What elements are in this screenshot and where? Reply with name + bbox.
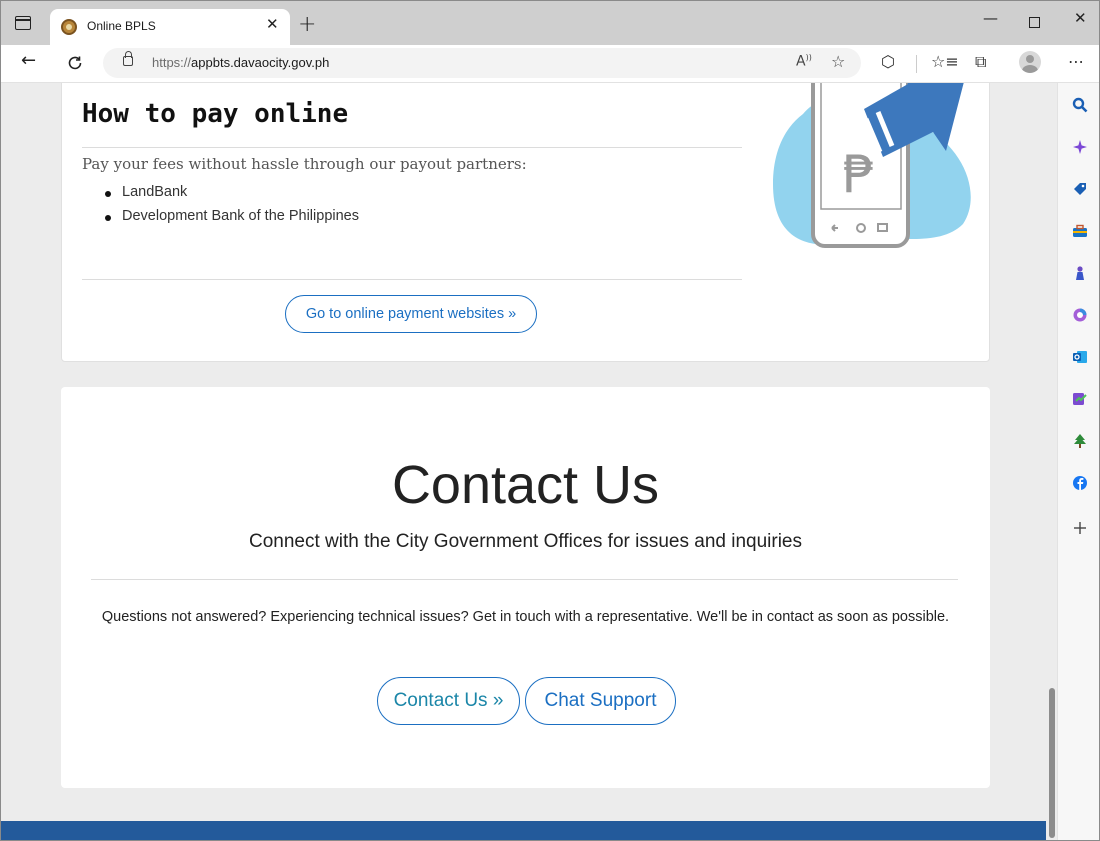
peso-symbol: ₱ bbox=[842, 145, 875, 205]
seal-favicon-icon bbox=[61, 19, 77, 35]
add-icon[interactable] bbox=[1072, 520, 1088, 536]
partner-item: Development Bank of the Philippines bbox=[105, 208, 359, 232]
page-scrollbar[interactable] bbox=[1046, 83, 1057, 840]
favorites-icon[interactable]: ☆≡ bbox=[931, 54, 959, 70]
extensions-icon[interactable]: ⬡ bbox=[881, 54, 895, 70]
settings-more-icon[interactable]: ⋯ bbox=[1068, 54, 1084, 70]
title-bar: Online BPLS ✕ + — ✕ bbox=[1, 1, 1099, 45]
shopping-tag-icon[interactable] bbox=[1072, 181, 1088, 197]
refresh-icon[interactable] bbox=[66, 54, 84, 72]
contact-title: Contact Us bbox=[391, 455, 660, 515]
phone-payment-illustration: ₱ bbox=[773, 83, 971, 248]
drop-icon[interactable] bbox=[1072, 391, 1088, 407]
tab-actions-icon[interactable] bbox=[15, 16, 31, 30]
tab-online-bpls[interactable]: Online BPLS ✕ bbox=[50, 9, 290, 45]
contact-card: Contact Us Connect with the City Governm… bbox=[61, 387, 990, 788]
toolbar-divider bbox=[916, 55, 917, 73]
scrollbar-thumb[interactable] bbox=[1049, 688, 1055, 838]
tools-briefcase-icon[interactable] bbox=[1072, 223, 1088, 239]
tree-icon[interactable] bbox=[1072, 433, 1088, 449]
minimize-icon[interactable]: — bbox=[983, 11, 998, 26]
contact-subtitle: Connect with the City Government Offices… bbox=[248, 531, 802, 552]
partner-list: LandBank Development Bank of the Philipp… bbox=[105, 184, 359, 232]
lock-icon[interactable] bbox=[123, 51, 133, 66]
read-aloud-icon[interactable]: A)) bbox=[796, 54, 812, 69]
payment-title: How to pay online bbox=[82, 99, 349, 129]
address-bar[interactable]: https://appbts.davaocity.gov.ph A)) ☆ bbox=[103, 48, 861, 78]
payment-card: How to pay online Pay your fees without … bbox=[61, 83, 990, 362]
payment-lead: Pay your fees without hassle through our… bbox=[82, 155, 527, 173]
chat-support-button[interactable]: Chat Support bbox=[525, 677, 676, 725]
profile-avatar[interactable] bbox=[1019, 51, 1041, 73]
new-tab-icon[interactable]: + bbox=[298, 14, 316, 36]
favorite-star-icon[interactable]: ☆ bbox=[831, 54, 845, 70]
browser-window: Online BPLS ✕ + — ✕ ← https://appbts.dav… bbox=[0, 0, 1100, 841]
close-window-icon[interactable]: ✕ bbox=[1074, 11, 1087, 26]
contact-divider bbox=[91, 579, 958, 580]
outlook-icon[interactable] bbox=[1072, 349, 1088, 365]
page-viewport: How to pay online Pay your fees without … bbox=[1, 83, 1057, 840]
navigation-bar: ← https://appbts.davaocity.gov.ph A)) ☆ … bbox=[1, 45, 1099, 83]
facebook-icon[interactable] bbox=[1072, 475, 1088, 491]
tab-title: Online BPLS bbox=[87, 19, 156, 33]
edge-sidebar bbox=[1057, 83, 1099, 840]
page-footer bbox=[1, 821, 1049, 840]
close-tab-icon[interactable]: ✕ bbox=[266, 17, 279, 32]
microsoft365-icon[interactable] bbox=[1072, 307, 1088, 323]
games-icon[interactable] bbox=[1072, 265, 1088, 281]
maximize-icon[interactable] bbox=[1029, 17, 1040, 28]
payment-footer-divider bbox=[82, 279, 742, 280]
collections-icon[interactable]: ⧉ bbox=[975, 54, 986, 70]
copilot-icon[interactable] bbox=[1072, 139, 1088, 155]
partner-item: LandBank bbox=[105, 184, 359, 208]
contact-body: Questions not answered? Experiencing tec… bbox=[101, 609, 950, 625]
search-icon[interactable] bbox=[1072, 97, 1088, 113]
url-text: https://appbts.davaocity.gov.ph bbox=[152, 55, 330, 70]
online-payment-button[interactable]: Go to online payment websites » bbox=[285, 295, 537, 333]
back-icon[interactable]: ← bbox=[21, 52, 36, 70]
contact-us-button[interactable]: Contact Us » bbox=[377, 677, 520, 725]
payment-divider bbox=[82, 147, 742, 148]
